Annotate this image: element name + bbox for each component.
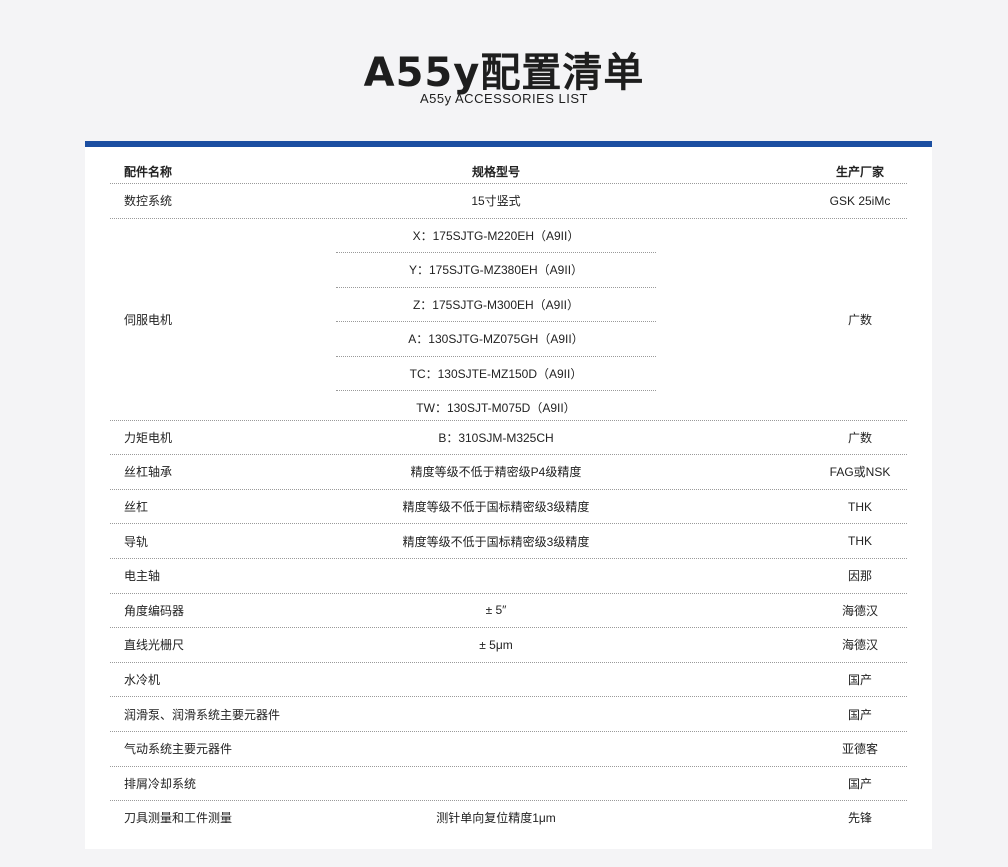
table-row: 气动系统主要元器件 亚德客 <box>110 732 907 767</box>
table-row: 排屑冷却系统 国产 <box>110 767 907 802</box>
row-spec: ± 5″ <box>485 603 507 618</box>
row-spec: 测针单向复位精度1μm <box>436 811 556 826</box>
table-row: 力矩电机 B：310SJM-M325CH 广数 <box>110 421 907 456</box>
accessories-card: 配件名称 规格型号 生产厂家 数控系统 15寸竖式 GSK 25iMc 伺服电机… <box>85 141 932 849</box>
row-spec: 精度等级不低于国标精密级3级精度 <box>402 500 590 515</box>
page-title: A55y配置清单 <box>363 50 645 96</box>
table-row: 直线光栅尺 ± 5μm 海德汉 <box>110 628 907 663</box>
row-name: 丝杠轴承 <box>124 465 173 480</box>
table-header: 配件名称 规格型号 生产厂家 <box>110 161 907 184</box>
table-row: 电主轴 因那 <box>110 559 907 594</box>
row-name: 丝杠 <box>124 500 149 515</box>
servo-row: 伺服电机 X：175SJTG-M220EH（A9II） Y：175SJTG-MZ… <box>110 219 907 421</box>
row-spec <box>336 559 656 593</box>
row-spec: 15寸竖式 <box>471 194 521 209</box>
row-maker: 亚德客 <box>841 742 878 757</box>
accent-bar <box>85 141 932 147</box>
row-spec <box>336 697 656 731</box>
row-name: 水冷机 <box>124 673 161 688</box>
row-maker: 国产 <box>847 673 872 688</box>
row-maker: 先锋 <box>847 811 872 826</box>
row-maker: FAG或NSK <box>829 465 891 480</box>
servo-spec-item: TW：130SJT-M075D（A9II） <box>416 401 576 416</box>
row-maker: 国产 <box>847 776 872 791</box>
row-name: 导轨 <box>124 534 149 549</box>
page-subtitle: A55y ACCESSORIES LIST <box>419 91 588 106</box>
servo-spec-list: X：175SJTG-M220EH（A9II） Y：175SJTG-MZ380EH… <box>336 219 656 425</box>
row-name: 排屑冷却系统 <box>124 776 197 791</box>
header-spec: 规格型号 <box>471 165 520 179</box>
header-name: 配件名称 <box>124 165 173 179</box>
table-row: 丝杠轴承 精度等级不低于精密级P4级精度 FAG或NSK <box>110 455 907 490</box>
table-row: 数控系统 15寸竖式 GSK 25iMc <box>110 184 907 219</box>
accessories-table: 配件名称 规格型号 生产厂家 数控系统 15寸竖式 GSK 25iMc 伺服电机… <box>110 161 907 835</box>
table-row: 润滑泵、润滑系统主要元器件 国产 <box>110 697 907 732</box>
row-spec <box>336 767 656 801</box>
row-maker: 海德汉 <box>841 638 878 653</box>
row-maker: THK <box>848 534 872 549</box>
row-maker: 海德汉 <box>841 603 878 618</box>
header-maker: 生产厂家 <box>835 165 884 179</box>
row-maker: THK <box>848 499 872 514</box>
row-spec: B：310SJM-M325CH <box>438 430 554 445</box>
table-row: 水冷机 国产 <box>110 663 907 698</box>
row-name: 直线光栅尺 <box>124 638 185 653</box>
row-spec <box>336 663 656 697</box>
table-row: 丝杠 精度等级不低于国标精密级3级精度 THK <box>110 490 907 525</box>
row-spec: 精度等级不低于国标精密级3级精度 <box>402 534 590 549</box>
row-name: 电主轴 <box>124 569 161 584</box>
row-maker: 广数 <box>847 312 872 327</box>
servo-spec-item: A：130SJTG-MZ075GH（A9II） <box>336 322 656 357</box>
table-row: 角度编码器 ± 5″ 海德汉 <box>110 594 907 629</box>
row-maker: 国产 <box>847 707 872 722</box>
row-name: 角度编码器 <box>124 603 185 618</box>
row-name: 气动系统主要元器件 <box>124 742 233 757</box>
row-maker: GSK 25iMc <box>829 193 891 208</box>
row-spec <box>336 732 656 766</box>
table-row: 导轨 精度等级不低于国标精密级3级精度 THK <box>110 524 907 559</box>
row-name: 力矩电机 <box>124 430 173 445</box>
servo-spec-item: TC：130SJTE-MZ150D（A9II） <box>336 357 656 392</box>
row-maker: 因那 <box>847 569 872 584</box>
row-spec: ± 5μm <box>479 637 513 652</box>
row-name: 数控系统 <box>124 194 173 209</box>
table-row: 刀具测量和工件测量 测针单向复位精度1μm 先锋 <box>110 801 907 835</box>
servo-spec-item: Y：175SJTG-MZ380EH（A9II） <box>336 253 656 288</box>
row-maker: 广数 <box>847 430 872 445</box>
row-spec: 精度等级不低于精密级P4级精度 <box>410 465 582 480</box>
servo-spec-item: X：175SJTG-M220EH（A9II） <box>336 219 656 254</box>
servo-spec-item: Z：175SJTG-M300EH（A9II） <box>336 288 656 323</box>
row-name: 刀具测量和工件测量 <box>124 811 233 826</box>
row-name: 伺服电机 <box>124 312 173 327</box>
row-name: 润滑泵、润滑系统主要元器件 <box>124 707 281 722</box>
